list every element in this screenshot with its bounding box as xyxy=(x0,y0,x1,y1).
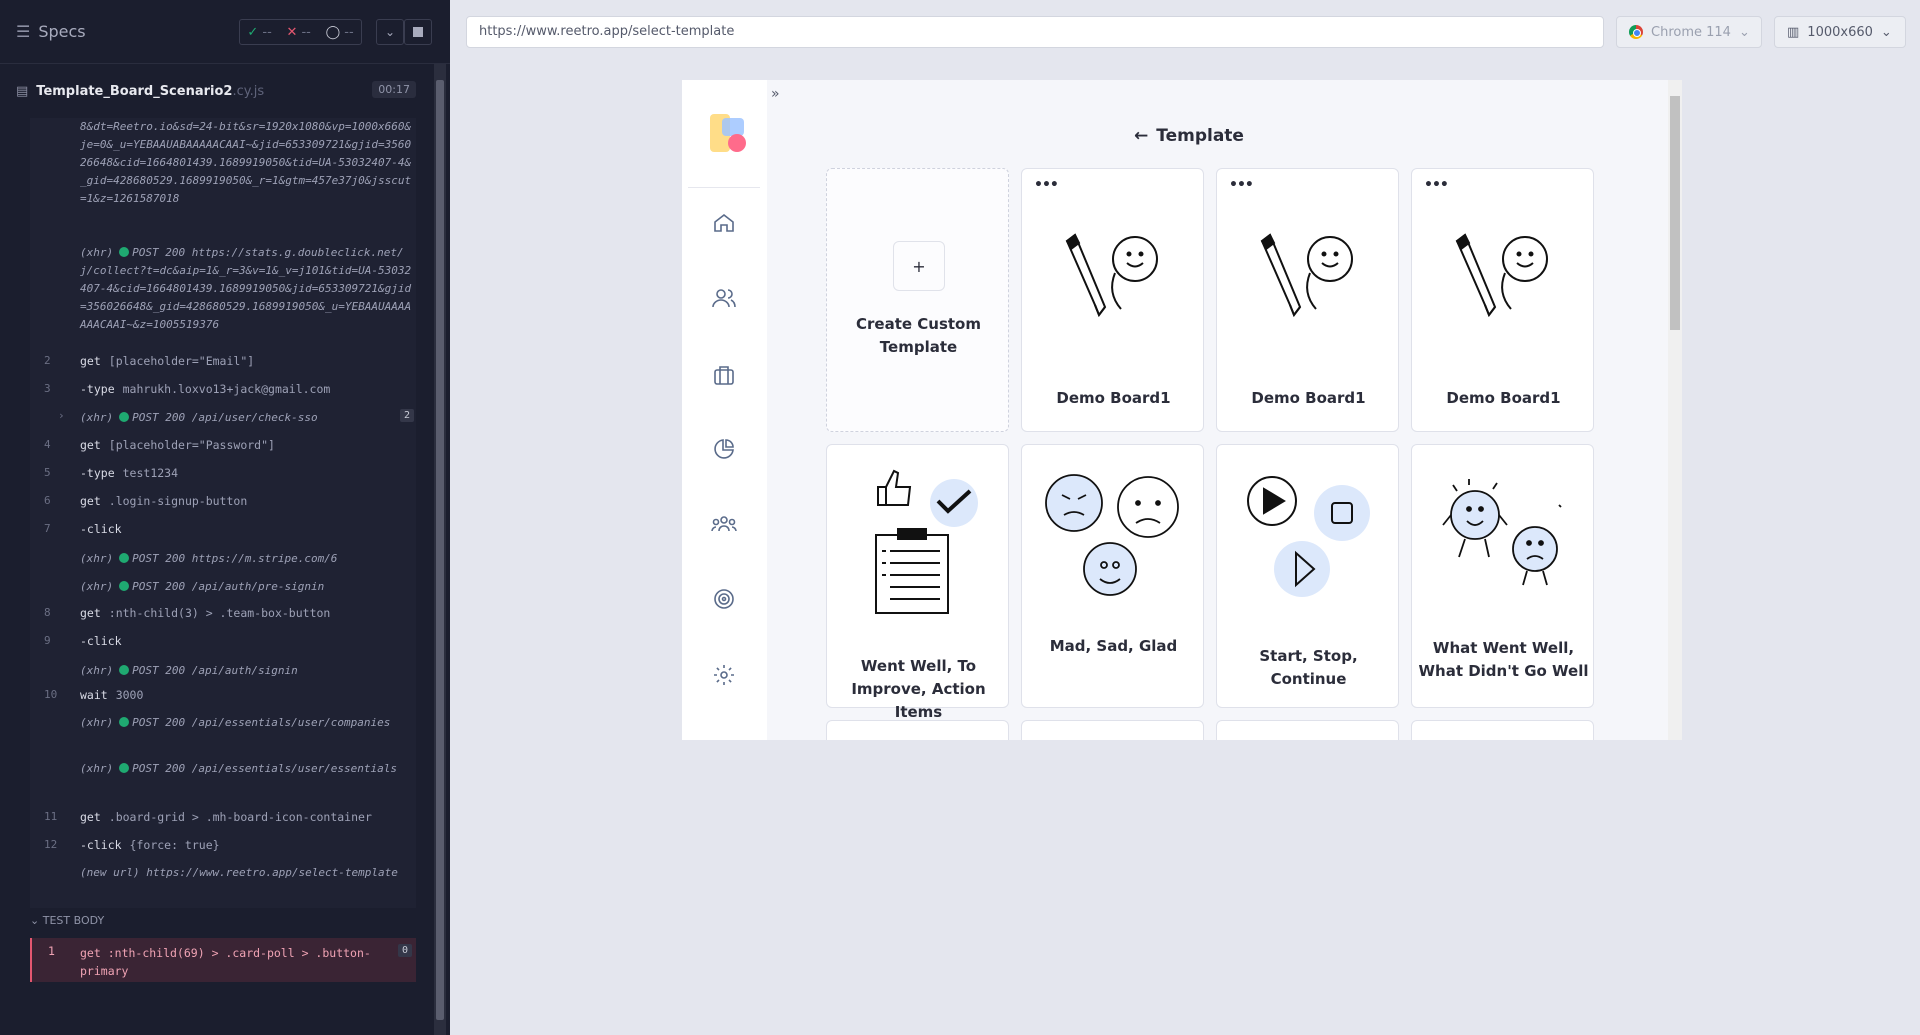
file-icon: ▤ xyxy=(16,83,29,99)
cypress-reporter: ☰ Specs ✓ -- ✕ -- ◯ -- ⌄ ▤ Template_Boar… xyxy=(0,0,450,1035)
viewport-size: 1000x660 xyxy=(1807,24,1873,40)
success-dot-icon xyxy=(119,581,130,591)
more-options-icon[interactable]: ••• xyxy=(1229,177,1254,193)
expand-sidebar-icon[interactable]: » xyxy=(771,86,780,102)
target-icon[interactable] xyxy=(711,586,737,612)
viewport-selector[interactable]: ▥ 1000x660 ⌄ xyxy=(1774,16,1906,48)
template-card-went-well[interactable]: Went Well, To Improve, Action Items xyxy=(826,444,1010,721)
pencil-smiley-illustration xyxy=(1412,229,1595,325)
failing-command[interactable]: 1 get :nth-child(69) > .card-poll > .but… xyxy=(30,938,416,982)
card-label: What Went Well, What Didn't Go Well xyxy=(1418,639,1589,680)
success-dot-icon xyxy=(119,412,130,422)
more-options-icon[interactable]: ••• xyxy=(1424,177,1449,193)
template-card[interactable] xyxy=(1216,720,1399,740)
log-overflow-text: 8&dt=Reetro.io&sd=24-bit&sr=1920x1080&vp… xyxy=(80,120,412,205)
users-icon[interactable] xyxy=(711,285,737,311)
spec-file-ext: .cy.js xyxy=(232,83,265,99)
template-card-start-stop-continue[interactable]: Start, Stop, Continue xyxy=(1216,444,1399,708)
app-under-test: » ← Template + Create Custom Template ••… xyxy=(682,80,1682,740)
specs-label: Specs xyxy=(38,22,86,41)
card-label: Demo Board1 xyxy=(1251,389,1366,407)
url-bar[interactable]: https://www.reetro.app/select-template xyxy=(466,16,1604,48)
expand-chevron-icon[interactable]: › xyxy=(58,409,65,422)
count-badge: 0 xyxy=(397,944,412,957)
chevron-down-icon: ⌄ xyxy=(1738,24,1750,40)
passed-count: ✓ -- xyxy=(247,24,272,40)
template-card-mad-sad-glad[interactable]: Mad, Sad, Glad xyxy=(1021,444,1204,708)
chevron-down-icon: ⌄ xyxy=(384,25,396,39)
command-log: 8&dt=Reetro.io&sd=24-bit&sr=1920x1080&vp… xyxy=(30,118,416,908)
briefcase-icon[interactable] xyxy=(711,362,737,388)
spec-header[interactable]: ▤ Template_Board_Scenario2 .cy.js 00:17 xyxy=(0,78,432,104)
test-stats: ✓ -- ✕ -- ◯ -- xyxy=(239,19,362,45)
template-card[interactable] xyxy=(826,720,1009,740)
more-options-icon[interactable]: ••• xyxy=(1034,177,1059,193)
faces-illustration xyxy=(1022,471,1205,601)
success-dot-icon xyxy=(119,665,130,675)
plus-icon[interactable]: + xyxy=(893,241,945,291)
success-dot-icon xyxy=(119,763,130,773)
menu-icon: ☰ xyxy=(16,22,31,41)
pending-count: ◯ -- xyxy=(325,24,354,40)
ruler-icon: ▥ xyxy=(1787,24,1800,40)
thumbsup-checklist-illustration xyxy=(827,459,1010,619)
success-dot-icon xyxy=(119,553,130,563)
card-label: Demo Board1 xyxy=(1446,389,1561,407)
happy-sad-characters-illustration xyxy=(1412,475,1595,595)
home-icon[interactable] xyxy=(711,210,737,236)
pencil-smiley-illustration xyxy=(1217,229,1400,325)
reporter-scrollbar[interactable] xyxy=(434,64,446,1035)
spec-file-name: Template_Board_Scenario2 xyxy=(36,83,233,99)
pencil-smiley-illustration xyxy=(1022,229,1205,325)
back-arrow-icon[interactable]: ← xyxy=(1134,126,1148,146)
page-title: ← Template xyxy=(1134,126,1244,146)
count-badge: 2 xyxy=(399,409,414,422)
pie-chart-icon[interactable] xyxy=(711,436,737,462)
template-card-demo-board[interactable]: ••• Demo Board1 xyxy=(1021,168,1204,432)
spec-duration: 00:17 xyxy=(372,81,416,98)
settings-gear-icon[interactable] xyxy=(711,662,737,688)
template-card-what-went-well[interactable]: What Went Well, What Didn't Go Well xyxy=(1411,444,1594,708)
template-card-demo-board[interactable]: ••• Demo Board1 xyxy=(1216,168,1399,432)
success-dot-icon xyxy=(119,247,130,257)
test-body-header[interactable]: ⌄ TEST BODY xyxy=(30,914,104,927)
chevron-down-button[interactable]: ⌄ xyxy=(376,19,404,45)
app-sidebar xyxy=(682,80,767,740)
team-icon[interactable] xyxy=(711,512,737,538)
card-label: Went Well, To Improve, Action Items xyxy=(851,657,986,721)
template-card[interactable] xyxy=(1411,720,1594,740)
card-label: Mad, Sad, Glad xyxy=(1049,637,1178,655)
chrome-icon xyxy=(1629,25,1643,39)
chevron-down-icon: ⌄ xyxy=(1880,24,1892,40)
card-label: Start, Stop, Continue xyxy=(1259,647,1358,688)
stop-icon xyxy=(413,27,423,37)
stop-button[interactable] xyxy=(404,19,432,45)
browser-selector[interactable]: Chrome 114 ⌄ xyxy=(1616,16,1762,48)
reetro-logo-icon[interactable] xyxy=(710,114,748,154)
create-custom-template-card[interactable]: + Create Custom Template xyxy=(826,168,1009,432)
card-label: Demo Board1 xyxy=(1056,389,1171,407)
failed-count: ✕ -- xyxy=(286,24,311,40)
template-card-demo-board[interactable]: ••• Demo Board1 xyxy=(1411,168,1594,432)
specs-toggle[interactable]: ☰ Specs xyxy=(16,22,86,41)
app-scrollbar[interactable] xyxy=(1668,80,1682,740)
template-card[interactable] xyxy=(1021,720,1204,740)
browser-name: Chrome 114 xyxy=(1651,24,1731,40)
card-label: Create Custom Template xyxy=(856,315,981,356)
success-dot-icon xyxy=(119,717,130,727)
play-stop-icons-illustration xyxy=(1217,473,1400,603)
